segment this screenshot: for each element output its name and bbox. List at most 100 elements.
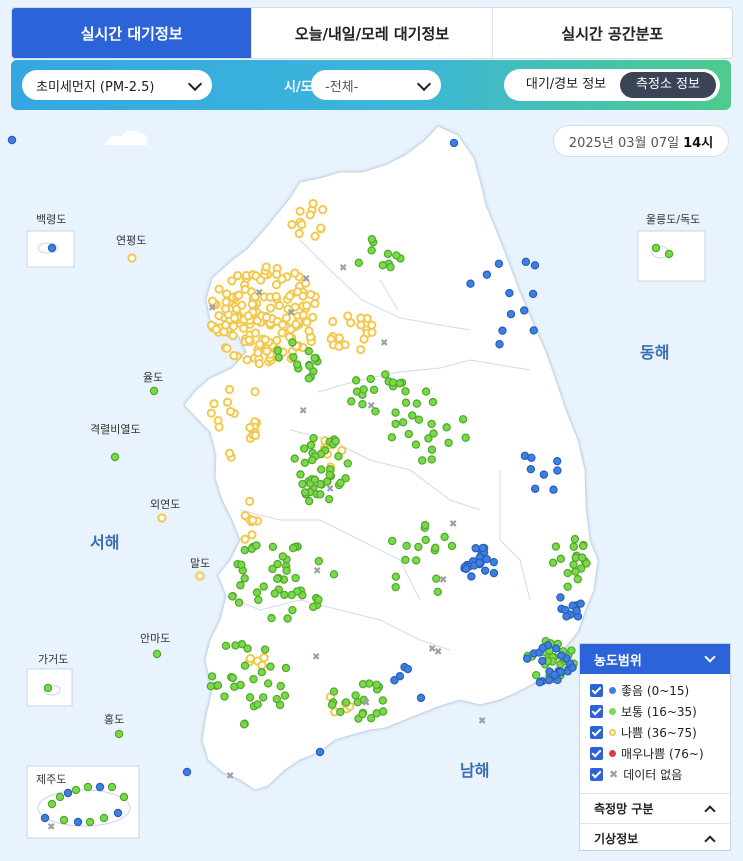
station-normal[interactable] bbox=[304, 347, 314, 356]
station-bad[interactable] bbox=[274, 300, 285, 311]
station-normal[interactable] bbox=[567, 646, 576, 655]
station-no-data[interactable]: ✖ bbox=[478, 716, 486, 727]
station-normal[interactable] bbox=[372, 680, 381, 689]
station-normal[interactable] bbox=[254, 595, 263, 605]
station-normal[interactable] bbox=[221, 641, 231, 651]
station-bad[interactable] bbox=[328, 316, 338, 327]
station-normal[interactable] bbox=[289, 353, 298, 362]
station-good[interactable] bbox=[403, 664, 413, 674]
station-bad[interactable] bbox=[195, 571, 205, 581]
station-good[interactable] bbox=[182, 767, 192, 777]
station-normal[interactable] bbox=[314, 595, 323, 604]
station-normal[interactable] bbox=[358, 400, 367, 409]
station-good[interactable] bbox=[416, 693, 426, 703]
station-bad[interactable] bbox=[229, 350, 239, 361]
station-normal[interactable] bbox=[420, 520, 430, 530]
station-good[interactable] bbox=[553, 466, 562, 475]
station-normal[interactable] bbox=[391, 408, 400, 417]
legend-header[interactable]: 농도범위 bbox=[580, 644, 730, 674]
station-normal[interactable] bbox=[334, 452, 343, 461]
station-normal[interactable] bbox=[55, 792, 65, 802]
station-normal[interactable] bbox=[570, 534, 580, 544]
station-bad[interactable] bbox=[304, 326, 314, 336]
station-normal[interactable] bbox=[249, 674, 258, 684]
station-normal[interactable] bbox=[359, 385, 368, 394]
station-normal[interactable] bbox=[280, 691, 290, 700]
toggle-alert-info[interactable]: 대기/경보 정보 bbox=[516, 72, 616, 98]
station-good[interactable] bbox=[568, 663, 577, 672]
station-normal[interactable] bbox=[532, 670, 541, 680]
station-normal[interactable] bbox=[329, 687, 339, 696]
station-normal[interactable] bbox=[228, 673, 238, 683]
station-good[interactable] bbox=[7, 135, 17, 145]
station-normal[interactable] bbox=[556, 554, 566, 564]
station-normal[interactable] bbox=[563, 568, 572, 578]
station-normal[interactable] bbox=[395, 379, 405, 388]
station-good[interactable] bbox=[576, 599, 585, 608]
station-bad[interactable] bbox=[222, 289, 232, 299]
station-normal[interactable] bbox=[418, 456, 427, 465]
station-normal[interactable] bbox=[83, 782, 93, 792]
station-bad[interactable] bbox=[243, 311, 253, 321]
station-good[interactable] bbox=[449, 138, 459, 148]
station-normal[interactable] bbox=[259, 693, 268, 702]
station-normal[interactable] bbox=[310, 353, 319, 363]
station-bad[interactable] bbox=[297, 220, 307, 230]
tab-spatial-distribution[interactable]: 실시간 공간분포 bbox=[493, 8, 732, 58]
station-bad[interactable] bbox=[222, 397, 233, 407]
pollutant-select[interactable]: 초미세먼지 (PM-2.5) bbox=[22, 70, 212, 100]
station-good[interactable] bbox=[494, 259, 504, 268]
station-no-data[interactable]: ✖ bbox=[367, 401, 375, 412]
station-bad[interactable] bbox=[237, 300, 247, 310]
station-bad[interactable] bbox=[227, 276, 237, 286]
station-normal[interactable] bbox=[427, 419, 436, 429]
station-normal[interactable] bbox=[85, 817, 95, 827]
station-good[interactable] bbox=[315, 747, 325, 757]
station-good[interactable] bbox=[489, 568, 499, 578]
station-normal[interactable] bbox=[309, 433, 318, 443]
station-normal[interactable] bbox=[391, 419, 400, 429]
station-bad[interactable] bbox=[356, 344, 366, 355]
station-normal[interactable] bbox=[563, 582, 572, 591]
station-bad[interactable] bbox=[214, 284, 224, 294]
station-normal[interactable] bbox=[288, 605, 297, 615]
station-normal[interactable] bbox=[206, 681, 215, 691]
station-normal[interactable] bbox=[442, 423, 451, 432]
station-normal[interactable] bbox=[114, 729, 124, 739]
station-bad[interactable] bbox=[245, 653, 255, 664]
station-good[interactable] bbox=[562, 612, 571, 621]
sido-select[interactable]: -전체- bbox=[311, 70, 441, 100]
station-bad[interactable] bbox=[206, 408, 216, 418]
station-bad[interactable] bbox=[334, 341, 344, 352]
station-normal[interactable] bbox=[99, 813, 109, 823]
station-normal[interactable] bbox=[388, 536, 397, 546]
station-normal[interactable] bbox=[392, 251, 401, 260]
station-normal[interactable] bbox=[324, 494, 334, 504]
legend-item-bad[interactable]: 나쁨 (36~75) bbox=[580, 722, 730, 743]
station-good[interactable] bbox=[489, 557, 499, 567]
station-bad[interactable] bbox=[240, 534, 250, 544]
station-normal[interactable] bbox=[431, 543, 440, 553]
station-normal[interactable] bbox=[213, 681, 223, 690]
station-normal[interactable] bbox=[401, 555, 410, 565]
station-bad[interactable] bbox=[240, 284, 250, 295]
station-normal[interactable] bbox=[231, 641, 240, 650]
station-normal[interactable] bbox=[257, 668, 267, 677]
station-normal[interactable] bbox=[239, 720, 249, 729]
station-bad[interactable] bbox=[295, 206, 305, 216]
station-normal[interactable] bbox=[366, 713, 376, 723]
station-good[interactable] bbox=[556, 593, 565, 602]
station-normal[interactable] bbox=[281, 663, 291, 673]
station-normal[interactable] bbox=[664, 249, 674, 259]
station-bad[interactable] bbox=[245, 496, 255, 506]
station-bad[interactable] bbox=[310, 231, 320, 241]
station-normal[interactable] bbox=[411, 440, 421, 449]
station-normal[interactable] bbox=[548, 558, 558, 567]
station-good[interactable] bbox=[475, 558, 484, 567]
station-good[interactable] bbox=[527, 453, 536, 463]
station-normal[interactable] bbox=[300, 458, 310, 468]
station-bad[interactable] bbox=[305, 210, 315, 220]
station-normal[interactable] bbox=[267, 613, 276, 623]
station-normal[interactable] bbox=[110, 452, 120, 462]
station-bad[interactable] bbox=[247, 299, 257, 309]
